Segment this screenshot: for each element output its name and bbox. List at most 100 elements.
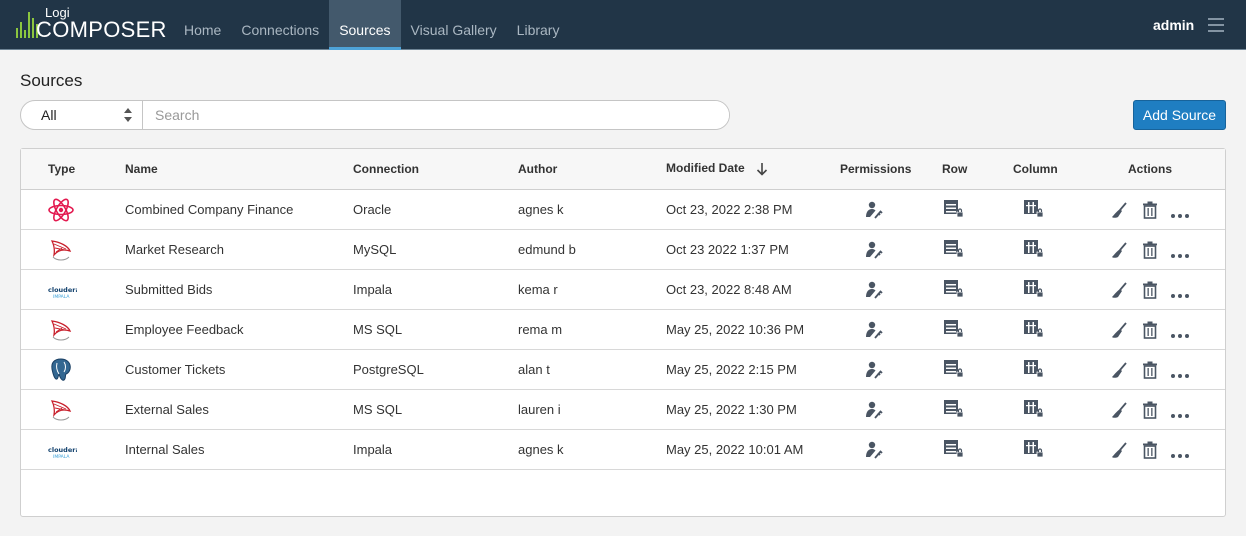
row-security-icon[interactable] xyxy=(943,399,965,422)
source-modified-date: May 25, 2022 10:01 AM xyxy=(666,442,804,457)
table-row[interactable]: Employee Feedback MS SQL rema m May 25, … xyxy=(21,310,1225,350)
more-options-icon[interactable] xyxy=(1170,447,1190,462)
cloudera-impala-icon: cloudera IMPALA xyxy=(47,442,80,466)
header-name[interactable]: Name xyxy=(125,162,158,176)
table-row[interactable]: Customer Tickets PostgreSQL alan t May 2… xyxy=(21,350,1225,390)
user-menu[interactable]: admin xyxy=(1153,17,1194,33)
clean-brush-icon[interactable] xyxy=(1111,361,1129,382)
more-options-icon[interactable] xyxy=(1170,207,1190,222)
clean-brush-icon[interactable] xyxy=(1111,281,1129,302)
header-modified-date[interactable]: Modified Date xyxy=(666,161,768,176)
header-author[interactable]: Author xyxy=(518,162,557,176)
delete-trash-icon[interactable] xyxy=(1142,321,1158,342)
add-source-button[interactable]: Add Source xyxy=(1133,100,1226,130)
table-row[interactable]: External Sales MS SQL lauren i May 25, 2… xyxy=(21,390,1225,430)
source-name[interactable]: Employee Feedback xyxy=(125,322,244,337)
column-security-icon[interactable] xyxy=(1023,439,1045,462)
more-options-icon[interactable] xyxy=(1170,247,1190,262)
permissions-icon[interactable] xyxy=(864,200,884,223)
postgresql-icon xyxy=(48,357,74,381)
table-row[interactable]: Combined Company Finance Oracle agnes k … xyxy=(21,190,1225,230)
more-options-icon[interactable] xyxy=(1170,287,1190,302)
header-column: Column xyxy=(1013,162,1058,176)
page-title: Sources xyxy=(20,71,83,90)
row-security-icon[interactable] xyxy=(943,239,965,262)
clean-brush-icon[interactable] xyxy=(1111,241,1129,262)
permissions-icon[interactable] xyxy=(864,440,884,463)
delete-trash-icon[interactable] xyxy=(1142,241,1158,262)
delete-trash-icon[interactable] xyxy=(1142,441,1158,462)
source-modified-date: Oct 23, 2022 8:48 AM xyxy=(666,282,792,297)
table-row[interactable]: cloudera IMPALA Internal Sales Impala agn… xyxy=(21,430,1225,470)
sql-server-icon xyxy=(48,397,74,421)
row-security-icon[interactable] xyxy=(943,359,965,382)
table-header: Type Name Connection Author Modified Dat… xyxy=(21,149,1225,190)
nav-visual-gallery[interactable]: Visual Gallery xyxy=(401,0,507,50)
header-modified-label: Modified Date xyxy=(666,161,745,175)
column-security-icon[interactable] xyxy=(1023,399,1045,422)
source-connection: Impala xyxy=(353,282,393,297)
clean-brush-icon[interactable] xyxy=(1111,201,1129,222)
source-name[interactable]: Market Research xyxy=(125,242,224,257)
logi-composer-logo[interactable]: Logi COMPOSER xyxy=(16,5,166,45)
source-author: rema m xyxy=(518,322,563,337)
column-security-icon[interactable] xyxy=(1023,279,1045,302)
table-row[interactable]: cloudera IMPALA Submitted Bids Impala kem… xyxy=(21,270,1225,310)
search-input[interactable] xyxy=(143,101,729,129)
sql-server-icon xyxy=(48,317,74,341)
source-name[interactable]: Internal Sales xyxy=(125,442,205,457)
search-bar: All xyxy=(20,100,730,130)
permissions-icon[interactable] xyxy=(864,400,884,423)
table-body: Combined Company Finance Oracle agnes k … xyxy=(21,190,1225,470)
row-security-icon[interactable] xyxy=(943,199,965,222)
logo-bars-icon xyxy=(16,12,38,38)
permissions-icon[interactable] xyxy=(864,320,884,343)
sort-descending-icon[interactable] xyxy=(756,162,768,176)
permissions-icon[interactable] xyxy=(864,360,884,383)
delete-trash-icon[interactable] xyxy=(1142,201,1158,222)
column-security-icon[interactable] xyxy=(1023,239,1045,262)
source-modified-date: Oct 23 2022 1:37 PM xyxy=(666,242,789,257)
source-connection: MySQL xyxy=(353,242,397,257)
source-name[interactable]: Combined Company Finance xyxy=(125,202,293,217)
source-connection: PostgreSQL xyxy=(353,362,424,377)
row-security-icon[interactable] xyxy=(943,319,965,342)
header-actions: Actions xyxy=(1128,162,1173,176)
column-security-icon[interactable] xyxy=(1023,319,1045,342)
row-security-icon[interactable] xyxy=(943,279,965,302)
clean-brush-icon[interactable] xyxy=(1111,321,1129,342)
nav-sources[interactable]: Sources xyxy=(329,0,401,50)
source-author: alan t xyxy=(518,362,550,377)
more-options-icon[interactable] xyxy=(1170,327,1190,342)
permissions-icon[interactable] xyxy=(864,280,884,303)
nav-connections[interactable]: Connections xyxy=(231,0,329,50)
header-type[interactable]: Type xyxy=(48,162,75,176)
svg-text:cloudera: cloudera xyxy=(48,446,77,454)
source-name[interactable]: Customer Tickets xyxy=(125,362,225,377)
row-security-icon[interactable] xyxy=(943,439,965,462)
source-author: edmund b xyxy=(518,242,576,257)
column-security-icon[interactable] xyxy=(1023,359,1045,382)
delete-trash-icon[interactable] xyxy=(1142,281,1158,302)
delete-trash-icon[interactable] xyxy=(1142,361,1158,382)
more-options-icon[interactable] xyxy=(1170,407,1190,422)
column-security-icon[interactable] xyxy=(1023,199,1045,222)
permissions-icon[interactable] xyxy=(864,240,884,263)
svg-text:cloudera: cloudera xyxy=(48,286,77,294)
more-options-icon[interactable] xyxy=(1170,367,1190,382)
nav-home[interactable]: Home xyxy=(174,0,231,50)
clean-brush-icon[interactable] xyxy=(1111,401,1129,422)
table-row[interactable]: Market Research MySQL edmund b Oct 23 20… xyxy=(21,230,1225,270)
source-connection: Impala xyxy=(353,442,393,457)
clean-brush-icon[interactable] xyxy=(1111,441,1129,462)
source-name[interactable]: Submitted Bids xyxy=(125,282,212,297)
type-filter-select[interactable]: All xyxy=(21,101,143,129)
sources-table: Type Name Connection Author Modified Dat… xyxy=(20,148,1226,517)
header-connection[interactable]: Connection xyxy=(353,162,419,176)
nav-library[interactable]: Library xyxy=(507,0,570,50)
sql-server-icon xyxy=(48,237,74,261)
source-name[interactable]: External Sales xyxy=(125,402,209,417)
delete-trash-icon[interactable] xyxy=(1142,401,1158,422)
source-modified-date: May 25, 2022 2:15 PM xyxy=(666,362,797,377)
hamburger-menu-icon[interactable] xyxy=(1208,18,1224,32)
